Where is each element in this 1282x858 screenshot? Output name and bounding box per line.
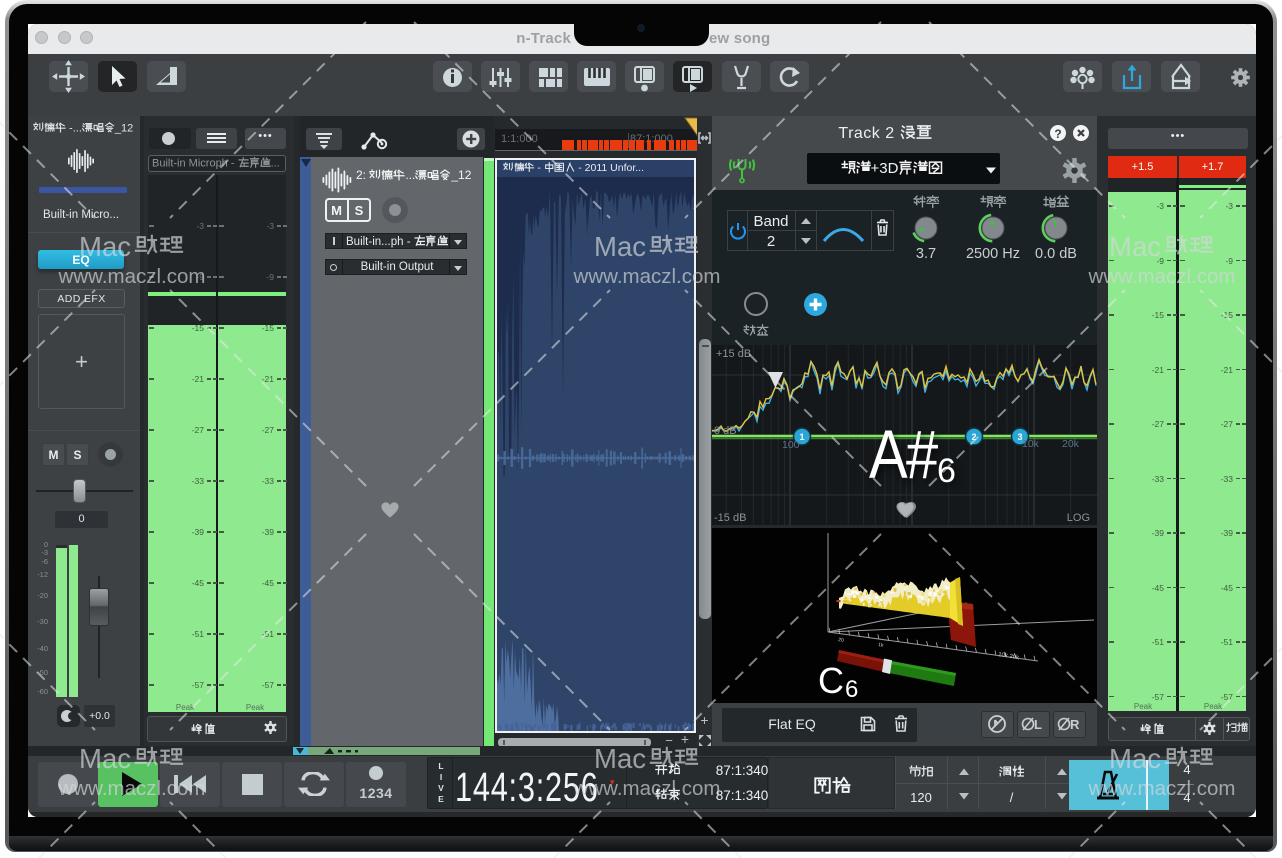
svg-text:2: 2 (971, 432, 976, 442)
svg-text:10k 20k: 10k 20k (998, 652, 1021, 661)
svg-text:20: 20 (838, 637, 845, 644)
svg-text:1k: 1k (878, 642, 885, 649)
